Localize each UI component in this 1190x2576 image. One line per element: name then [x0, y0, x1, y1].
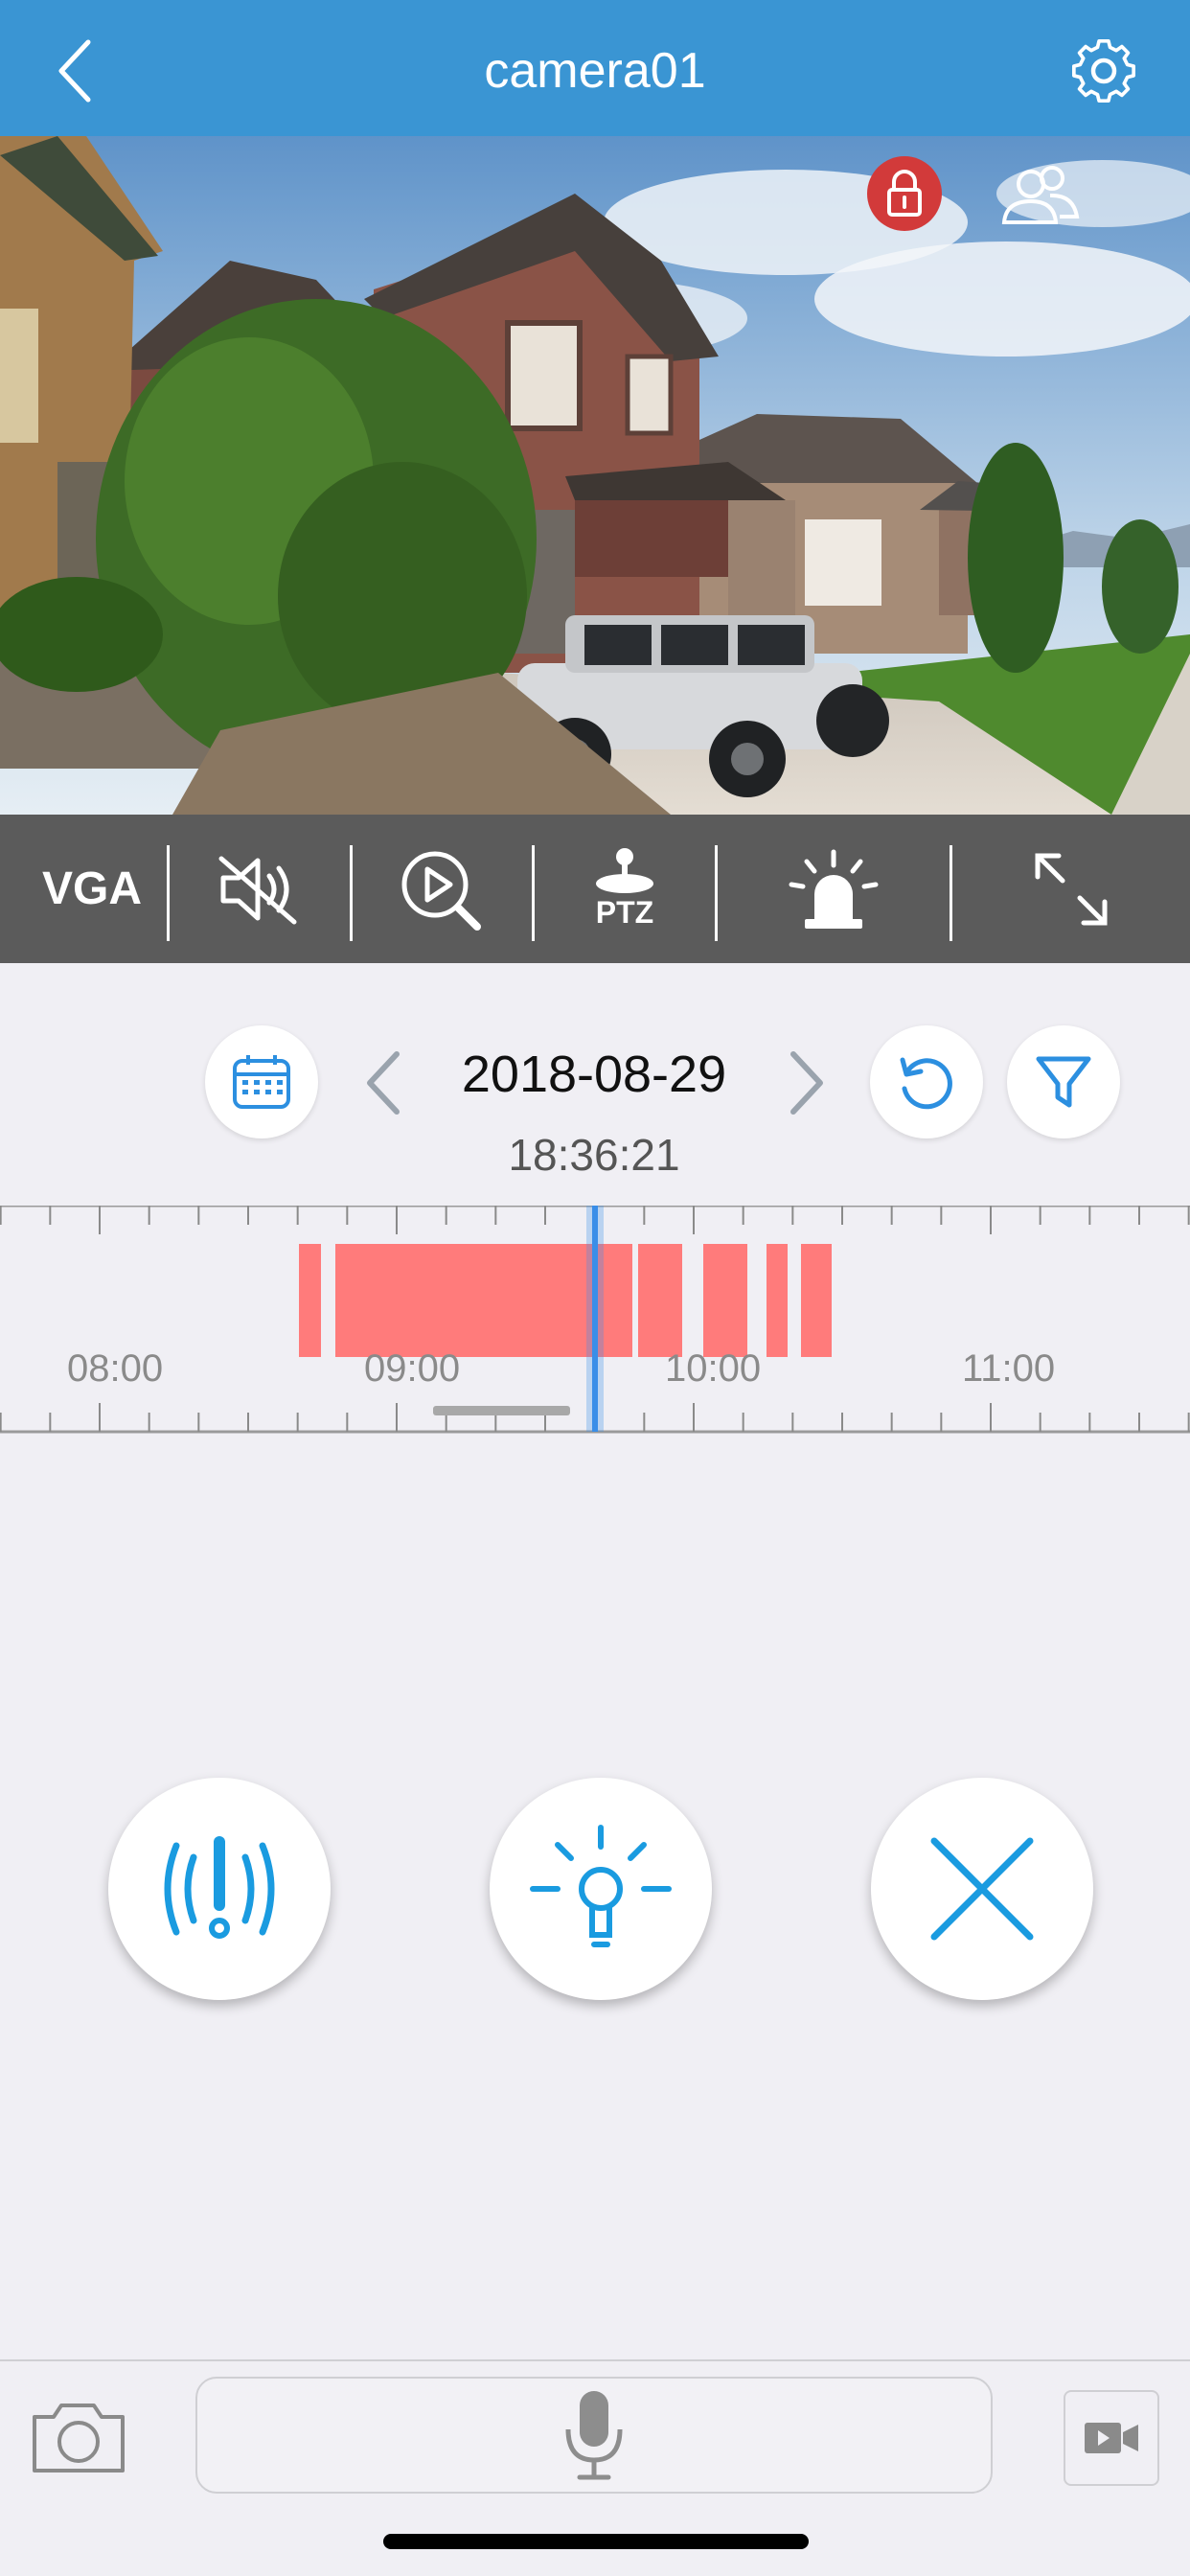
siren-icon: [789, 849, 879, 929]
ptz-label: PTZ: [595, 895, 654, 930]
snapshot-button[interactable]: [27, 2386, 132, 2492]
current-date: 2018-08-29: [461, 1046, 727, 1103]
page-title: camera01: [484, 43, 706, 99]
recording-segment[interactable]: [801, 1244, 832, 1357]
calendar-button[interactable]: [205, 1025, 318, 1138]
playback-button[interactable]: [353, 815, 532, 963]
top-bar: camera01: [0, 0, 1190, 136]
close-icon: [930, 1837, 1034, 1941]
viewers-button[interactable]: [996, 163, 1083, 230]
expand-icon: [1035, 853, 1108, 925]
video-record-icon: [1085, 2423, 1138, 2453]
control-toolbar: VGA PTZ: [0, 815, 1190, 963]
ptz-control: PTZ: [591, 847, 658, 931]
camera-image: [0, 136, 1190, 815]
alert-icon: [164, 1836, 275, 1939]
settings-button[interactable]: [1064, 34, 1144, 107]
recording-timeline[interactable]: 08:00 09:00 10:00 11:00: [0, 1204, 1190, 1434]
resolution-label: VGA: [41, 863, 142, 914]
chevron-right-icon: [790, 1051, 823, 1115]
joystick-icon: [596, 848, 653, 893]
next-day-button[interactable]: [778, 1045, 835, 1121]
time-label: 10:00: [665, 1347, 762, 1390]
live-video-feed[interactable]: [0, 136, 1190, 815]
chevron-left-icon: [367, 1051, 400, 1115]
camera-icon: [33, 2404, 125, 2472]
recording-segment[interactable]: [638, 1244, 682, 1357]
mute-button[interactable]: [170, 815, 350, 963]
fullscreen-button[interactable]: [952, 815, 1190, 963]
recording-segment[interactable]: [767, 1244, 788, 1357]
light-button[interactable]: [490, 1778, 712, 2000]
recording-segment[interactable]: [703, 1244, 747, 1357]
users-icon: [1001, 166, 1080, 224]
refresh-icon: [900, 1057, 952, 1110]
time-label: 09:00: [364, 1347, 461, 1390]
gear-icon: [1071, 38, 1136, 104]
record-button[interactable]: [1064, 2390, 1159, 2486]
ptz-button[interactable]: PTZ: [535, 815, 715, 963]
timeline-scroll-indicator: [433, 1406, 570, 1415]
speaker-muted-icon: [218, 856, 297, 924]
alert-button[interactable]: [108, 1778, 331, 2000]
time-label: 08:00: [67, 1347, 164, 1390]
current-time: 18:36:21: [508, 1130, 680, 1180]
light-bulb-icon: [530, 1825, 672, 1947]
filter-icon: [1036, 1056, 1091, 1108]
resolution-button[interactable]: VGA: [17, 815, 167, 963]
refresh-button[interactable]: [870, 1025, 983, 1138]
dismiss-button[interactable]: [871, 1778, 1093, 2000]
filter-button[interactable]: [1007, 1025, 1120, 1138]
recording-segment[interactable]: [299, 1244, 321, 1357]
playback-cursor[interactable]: [592, 1206, 598, 1432]
alarm-button[interactable]: [718, 815, 950, 963]
home-indicator: [383, 2534, 809, 2549]
playback-search-icon: [401, 851, 481, 931]
timeline-track: [0, 1204, 1190, 1434]
lock-icon: [867, 156, 942, 231]
microphone-icon: [565, 2391, 623, 2480]
previous-day-button[interactable]: [355, 1045, 412, 1121]
calendar-icon: [233, 1055, 290, 1109]
time-label: 11:00: [962, 1347, 1056, 1390]
push-to-talk-button[interactable]: [195, 2377, 993, 2494]
lock-button[interactable]: [866, 155, 943, 232]
